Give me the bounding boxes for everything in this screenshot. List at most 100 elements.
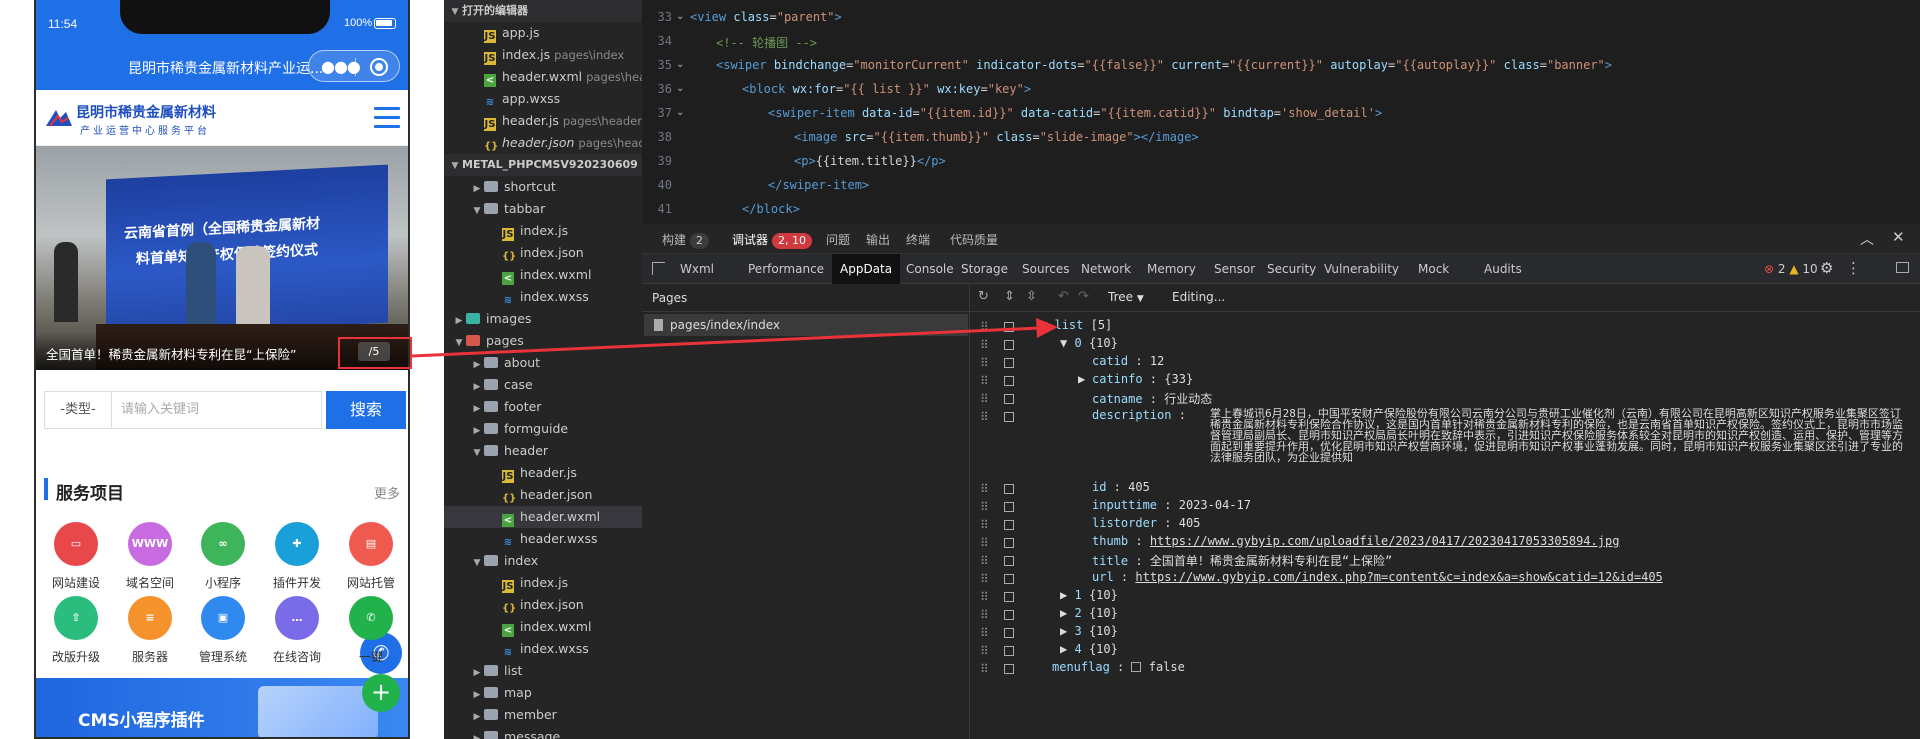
row-checkbox[interactable] [1004,556,1014,566]
row-checkbox[interactable] [1004,340,1014,350]
code-line[interactable]: <swiper bindchange="monitorCurrent" indi… [716,58,1612,72]
code-line[interactable]: <block wx:for="{{ list }}" wx:key="key"> [742,82,1031,96]
debug-tab[interactable]: 构建 2 [662,231,710,249]
row-checkbox[interactable] [1004,628,1014,638]
file-item[interactable]: JS index.js pages\index [444,44,642,66]
tree-node-item[interactable]: ▶ 3 {10} [1060,624,1118,638]
code-line[interactable]: <!-- 轮播图 --> [716,34,817,51]
drag-handle-icon[interactable]: ⠿ [980,518,989,532]
hamburger-menu-icon[interactable] [374,107,400,129]
row-checkbox[interactable] [1004,394,1014,404]
drag-handle-icon[interactable]: ⠿ [980,554,989,568]
tree-field[interactable]: catid : 12 [1092,354,1164,368]
debug-tab[interactable]: 问题 [826,231,850,248]
page-item[interactable]: pages/index/index [644,314,968,336]
service-item[interactable]: … 在线咨询 [262,596,332,665]
expand-all-icon[interactable]: ⇕ [1004,289,1015,304]
fold-chevron-icon[interactable]: ⌄ [676,83,684,94]
devtools-tab[interactable]: Network [1073,254,1139,284]
file-item[interactable]: ≋ header.wxss [444,528,642,550]
devtools-tab[interactable]: Sensor [1206,254,1263,284]
folder-item[interactable]: ▼ index [444,550,642,572]
code-line[interactable]: </swiper-item> [768,178,869,192]
tree-field[interactable]: id : 405 [1092,480,1150,494]
view-mode-select[interactable]: Tree ▼ [1108,290,1144,304]
row-checkbox[interactable] [1004,502,1014,512]
code-line[interactable]: <image src="{{item.thumb}}" class="slide… [794,130,1199,144]
row-checkbox[interactable] [1004,574,1014,584]
collapse-all-icon[interactable]: ⇳ [1026,289,1037,304]
drag-handle-icon[interactable]: ⠿ [980,392,989,406]
file-item[interactable]: {} index.json [444,594,642,616]
tree-field[interactable]: listorder : 405 [1092,516,1200,530]
row-checkbox[interactable] [1004,376,1014,386]
checkbox-icon[interactable] [1131,662,1142,672]
error-count[interactable]: ⊗ 2 ▲ 10 [1764,262,1818,276]
file-item[interactable]: JS index.js [444,572,642,594]
file-item[interactable]: {}header.json pages\header [444,132,642,154]
close-icon[interactable]: ✕ [1892,228,1905,246]
tree-value[interactable]: https://www.gybyip.com/index.php?m=conte… [1135,570,1662,584]
devtools-tab[interactable]: Sources [1014,254,1077,284]
devtools-tab[interactable]: Storage [953,254,1016,284]
tree-field[interactable]: inputtime : 2023-04-17 [1092,498,1251,512]
redo-icon[interactable]: ↷ [1078,289,1089,304]
row-checkbox[interactable] [1004,322,1014,332]
file-item[interactable]: ≋ index.wxss [444,286,642,308]
code-line[interactable]: <swiper-item data-id="{{item.id}}" data-… [768,106,1382,120]
folder-item[interactable]: ▶ member [444,704,642,726]
drag-handle-icon[interactable]: ⠿ [980,482,989,496]
code-line[interactable]: <p>{{item.title}}</p> [794,154,946,168]
code-editor[interactable]: 33 ⌄ <view class="parent"> 34 <!-- 轮播图 --> 35… [642,0,1920,224]
service-item[interactable]: ⇧ 改版升级 [41,596,111,665]
file-item[interactable]: ≋ index.wxss [444,638,642,660]
debug-tab[interactable]: 代码质量 [950,231,998,248]
service-item[interactable]: ✚ 插件开发 [262,522,332,591]
fold-chevron-icon[interactable]: ⌄ [676,107,684,118]
file-item[interactable]: < index.wxml [444,264,642,286]
drag-handle-icon[interactable]: ⠿ [980,572,989,586]
file-item[interactable]: {} header.json [444,484,642,506]
drag-handle-icon[interactable]: ⠿ [980,590,989,604]
debug-tab[interactable]: 调试器 2, 10 [732,231,813,249]
devtools-tab[interactable]: Memory [1139,254,1204,284]
folder-item[interactable]: ▼ header [444,440,642,462]
drag-handle-icon[interactable]: ⠿ [980,320,989,334]
row-checkbox[interactable] [1004,538,1014,548]
add-button[interactable]: + [362,674,400,712]
folder-item[interactable]: ▶ images [444,308,642,330]
row-checkbox[interactable] [1004,664,1014,674]
folder-item[interactable]: ▼ tabbar [444,198,642,220]
tree-field[interactable]: url : https://www.gybyip.com/index.php?m… [1092,570,1663,584]
folder-item[interactable]: ▶ footer [444,396,642,418]
drag-handle-icon[interactable]: ⠿ [980,356,989,370]
folder-item[interactable]: ▶ map [444,682,642,704]
drag-handle-icon[interactable]: ⠿ [980,536,989,550]
tree-field[interactable]: title : 全国首单！稀贵金属新材料专利在昆“上保险” [1092,552,1392,569]
file-item[interactable]: JS header.js pages\header [444,110,642,132]
service-item[interactable]: ≡ 服务器 [115,596,185,665]
miniprogram-capsule[interactable]: ●●● [308,50,400,82]
code-line[interactable]: </block> [742,202,800,216]
devtools-tab[interactable]: Mock [1410,254,1457,284]
drag-handle-icon[interactable]: ⠿ [980,338,989,352]
drag-handle-icon[interactable]: ⠿ [980,410,989,424]
devtools-tab[interactable]: Vulnerability [1316,254,1407,284]
folder-item[interactable]: ▶ case [444,374,642,396]
folder-item[interactable]: ▶ formguide [444,418,642,440]
row-checkbox[interactable] [1004,358,1014,368]
undo-icon[interactable]: ↶ [1058,289,1069,304]
drag-handle-icon[interactable]: ⠿ [980,662,989,676]
tree-node-item[interactable]: ▶ 2 {10} [1060,606,1118,620]
more-menu-icon[interactable]: ⋮ [1846,259,1861,277]
undock-icon[interactable] [1896,262,1909,273]
search-type-select[interactable]: -类型- [44,391,112,429]
tree-field[interactable]: ▶ catinfo : {33} [1078,372,1193,386]
collapse-icon[interactable]: ︿ [1860,229,1874,249]
search-button[interactable]: 搜索 [326,391,406,429]
tree-field[interactable]: catname : 行业动态 [1092,390,1212,407]
tree-node-item[interactable]: ▶ 1 {10} [1060,588,1118,602]
file-item[interactable]: < header.wxml [444,506,642,528]
search-input[interactable]: 请输入关键词 [112,391,322,429]
appdata-tree[interactable]: ⠿ ▼ list [5] ⠿ ▼ 0 {10} ⠿ catid : 12 ⠿ ▶ catinfo… [970,312,1920,739]
